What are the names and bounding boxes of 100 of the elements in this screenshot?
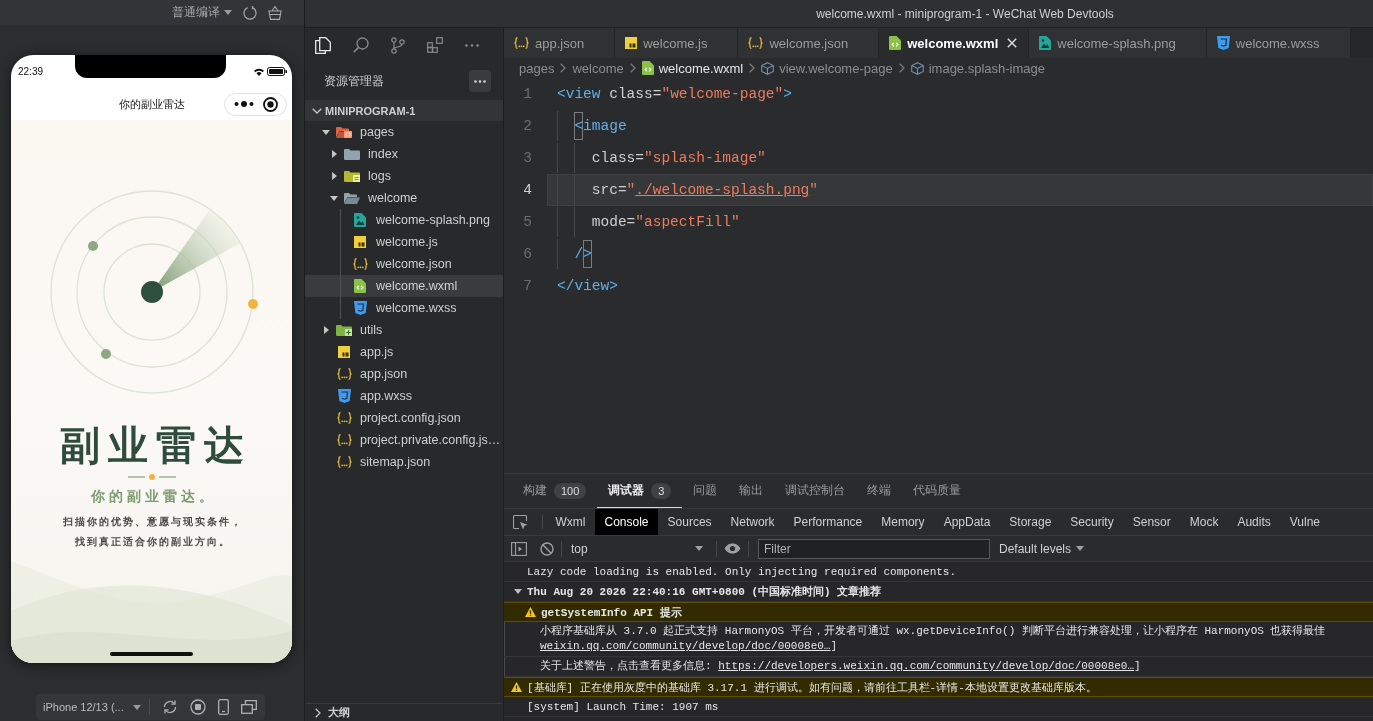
tree-item[interactable]: app.json bbox=[305, 363, 503, 385]
editor-tab[interactable]: app.json bbox=[504, 28, 616, 58]
eye-icon[interactable] bbox=[724, 543, 741, 554]
json-braces-icon bbox=[352, 258, 368, 270]
tree-item[interactable]: welcome bbox=[305, 187, 503, 209]
console-message: [基础库] 正在使用灰度中的基础库 3.17.1 进行调试。如有问题，请前往工具栏-详情-本地设置更改基础库版本。 bbox=[527, 680, 1097, 695]
json-braces-icon bbox=[336, 434, 352, 446]
devtools-tab[interactable]: Audits bbox=[1227, 509, 1281, 535]
menu-capsule[interactable] bbox=[224, 92, 287, 116]
app-title: 副业雷达 bbox=[58, 422, 252, 469]
note-folder-icon bbox=[344, 170, 360, 182]
panel-tab[interactable]: 代码质量 bbox=[902, 474, 973, 508]
tree-item[interactable]: welcome.wxss bbox=[305, 297, 503, 319]
code-file-icon bbox=[889, 36, 902, 50]
inspect-icon[interactable] bbox=[513, 514, 528, 530]
compile-mode-dropdown[interactable]: 普通编译 bbox=[172, 4, 232, 21]
devtools-tab[interactable]: Security bbox=[1060, 509, 1124, 535]
image-file-icon bbox=[1039, 36, 1052, 50]
basket-icon[interactable] bbox=[268, 5, 282, 20]
close-icon[interactable] bbox=[1007, 38, 1018, 48]
blocks-icon[interactable] bbox=[427, 37, 443, 53]
code-line: <image bbox=[557, 111, 627, 141]
json-braces-icon bbox=[514, 37, 529, 49]
filter-input[interactable]: Filter bbox=[758, 538, 990, 559]
outline-header[interactable]: 大纲 bbox=[305, 703, 503, 721]
tree-item[interactable]: project.config.json bbox=[305, 407, 503, 429]
chevron-icon bbox=[560, 63, 567, 73]
editor-tab[interactable]: welcome.wxss bbox=[1206, 28, 1351, 58]
search-icon[interactable] bbox=[353, 37, 369, 53]
devtools-tab[interactable]: AppData bbox=[934, 509, 1000, 535]
devtools-tab[interactable]: Wxml bbox=[546, 509, 595, 535]
editor-tab[interactable]: welcome.js bbox=[615, 28, 739, 58]
phone-icon[interactable] bbox=[217, 699, 229, 715]
devtools-tab[interactable]: Storage bbox=[999, 509, 1061, 535]
devtools-tab[interactable]: Performance bbox=[784, 509, 872, 535]
breadcrumb-item[interactable]: image.splash-image bbox=[910, 60, 1046, 76]
wifi-icon bbox=[254, 67, 264, 76]
tree-item[interactable]: app.wxss bbox=[305, 385, 503, 407]
js-file-icon bbox=[625, 37, 638, 49]
tree-item[interactable]: utils bbox=[305, 319, 503, 341]
more-icon[interactable] bbox=[465, 43, 479, 47]
levels-dropdown[interactable]: Default levels bbox=[999, 541, 1085, 556]
panel-tab[interactable]: 调试器 3 bbox=[597, 474, 683, 508]
branch-icon[interactable] bbox=[391, 36, 405, 54]
context-select[interactable]: top bbox=[569, 538, 709, 559]
json-braces-icon bbox=[336, 368, 352, 380]
caret-icon bbox=[224, 10, 232, 15]
devtools-tab[interactable]: Sources bbox=[658, 509, 722, 535]
clear-icon[interactable] bbox=[540, 541, 554, 556]
breadcrumb-item[interactable]: welcome.wxml bbox=[641, 60, 744, 76]
tree-item[interactable]: app.js bbox=[305, 341, 503, 363]
tree-item[interactable]: welcome.json bbox=[305, 253, 503, 275]
editor-tab[interactable]: welcome.json bbox=[738, 28, 880, 58]
editor-tab[interactable]: welcome.wxml bbox=[879, 28, 1030, 58]
breadcrumb-item[interactable]: pages bbox=[519, 60, 555, 76]
tree-item[interactable]: welcome.js bbox=[305, 231, 503, 253]
devtools-tab[interactable]: Network bbox=[721, 509, 785, 535]
panel-tab[interactable]: 构建 100 bbox=[512, 474, 598, 508]
code-folder-icon bbox=[336, 126, 352, 138]
tree-item[interactable]: pages bbox=[305, 121, 503, 143]
description-line: 找到真正适合你的副业方向。 bbox=[73, 535, 231, 549]
panel-tab[interactable]: 输出 bbox=[728, 474, 775, 508]
sidebar-icon[interactable] bbox=[511, 541, 527, 556]
console-link[interactable]: weixin.qq.com/community/develop/doc/00008e0… bbox=[540, 640, 831, 652]
code-line: <view class="welcome-page"> bbox=[557, 85, 792, 104]
tree-item[interactable]: welcome-splash.png bbox=[305, 209, 503, 231]
project-header[interactable]: MINIPROGRAM-1 bbox=[305, 100, 503, 121]
tree-item[interactable]: project.private.config.js… bbox=[305, 429, 503, 451]
devtools-tab[interactable]: Mock bbox=[1180, 509, 1228, 535]
devtools-tab[interactable]: Console bbox=[595, 509, 659, 535]
panel-tab[interactable]: 终端 bbox=[856, 474, 903, 508]
panel-tab[interactable]: 调试控制台 bbox=[774, 474, 857, 508]
panel-tab[interactable]: 问题 bbox=[682, 474, 729, 508]
editor-tab[interactable]: welcome-splash.png bbox=[1029, 28, 1207, 58]
breadcrumb-item[interactable]: welcome bbox=[572, 60, 624, 76]
devtools-tab[interactable]: Sensor bbox=[1123, 509, 1181, 535]
refresh-icon[interactable] bbox=[243, 5, 257, 20]
line-number: 7 bbox=[522, 277, 533, 296]
console-link[interactable]: https://developers.weixin.qq.com/community/develop/doc/00008e0… bbox=[718, 660, 1135, 672]
tree-item[interactable]: index bbox=[305, 143, 503, 165]
description-line: 扫描你的优势、意愿与现实条件， bbox=[61, 515, 243, 529]
caret-icon bbox=[1076, 546, 1085, 551]
more-icon bbox=[474, 79, 486, 83]
breadcrumb-item[interactable]: view.welcome-page bbox=[761, 60, 893, 76]
tree-item[interactable]: sitemap.json bbox=[305, 451, 503, 473]
rotate-icon[interactable] bbox=[161, 699, 178, 715]
devtools-tab[interactable]: Vulne bbox=[1280, 509, 1330, 535]
code-file-icon bbox=[641, 61, 654, 75]
record-icon[interactable] bbox=[189, 699, 206, 715]
warning-icon bbox=[511, 682, 522, 692]
devtools-tab[interactable]: Memory bbox=[871, 509, 935, 535]
tree-item[interactable]: logs bbox=[305, 165, 503, 187]
more-button[interactable] bbox=[469, 70, 491, 92]
page-title: 你的副业雷达 bbox=[118, 96, 185, 112]
windows-icon[interactable] bbox=[240, 700, 257, 714]
tree-item[interactable]: welcome.wxml bbox=[305, 275, 503, 297]
line-number: 1 bbox=[522, 85, 533, 104]
css-file-icon bbox=[337, 389, 351, 403]
copy-icon[interactable] bbox=[315, 36, 331, 54]
device-select[interactable]: iPhone 12/13 (... bbox=[43, 701, 141, 713]
